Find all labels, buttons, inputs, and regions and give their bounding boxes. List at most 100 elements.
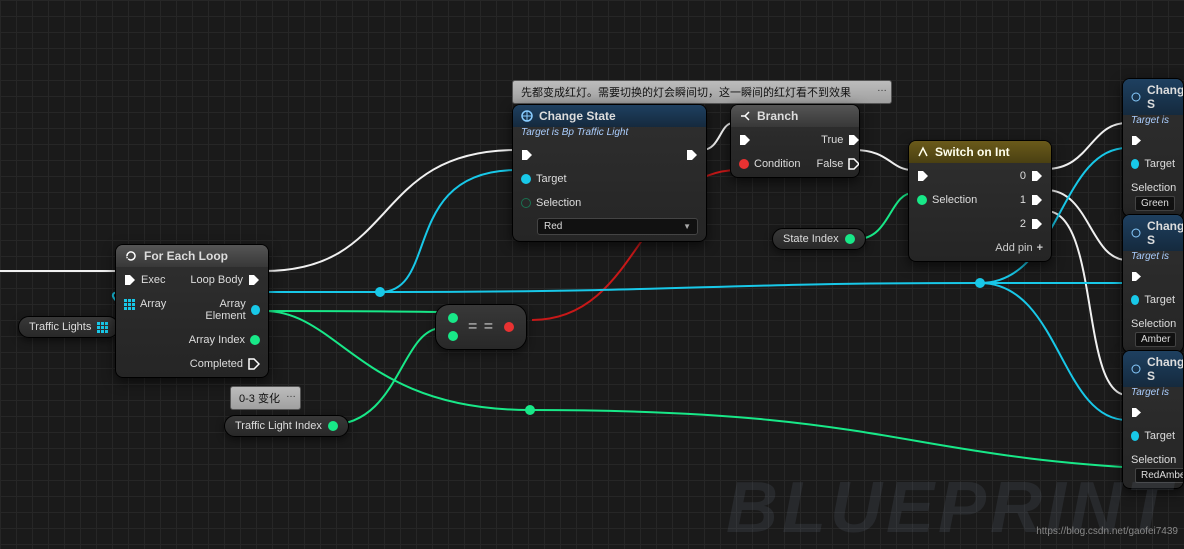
object-pin-icon: [521, 174, 531, 184]
comment-change-state[interactable]: 先都变成红灯。需要切换的灯会瞬间切，这一瞬间的红灯看不到效果: [512, 80, 892, 104]
variable-traffic-light-index[interactable]: Traffic Light Index: [224, 415, 349, 437]
pin-exec-in[interactable]: Exec: [116, 273, 174, 287]
object-pin-icon: [1131, 431, 1139, 441]
selection-value[interactable]: Amber: [1135, 332, 1176, 347]
pin-false[interactable]: False: [808, 157, 860, 171]
switch-icon: [917, 146, 929, 158]
pin-exec-in[interactable]: [1123, 270, 1183, 283]
node-subtitle: Target is: [1123, 115, 1183, 130]
node-change-state-green[interactable]: Change S Target is Target SelectionGreen: [1122, 78, 1184, 217]
comment-text: 0-3 变化: [239, 393, 280, 405]
node-title: Change S: [1147, 219, 1184, 247]
pin-exec-out[interactable]: [678, 148, 706, 162]
exec-icon: [521, 149, 533, 161]
object-pin-icon: [251, 305, 260, 315]
node-subtitle: Target is Bp Traffic Light: [513, 127, 706, 142]
pin-selection: SelectionAmber: [1123, 317, 1183, 348]
enum-pin-icon: [521, 198, 531, 208]
comment-text: 先都变成红灯。需要切换的灯会瞬间切，这一瞬间的红灯看不到效果: [521, 87, 851, 99]
pin-out-0[interactable]: 0: [987, 169, 1051, 183]
object-pin-icon: [1131, 295, 1139, 305]
exec-icon: [1031, 170, 1043, 182]
int-pin-icon[interactable]: [448, 313, 458, 323]
node-header: Change State: [513, 105, 706, 127]
pin-exec-in[interactable]: [1123, 406, 1183, 419]
exec-icon: [1131, 407, 1142, 418]
pin-exec-in[interactable]: [1123, 134, 1183, 147]
node-switch-int[interactable]: Switch on Int Selection 0 1 2 Add pin+: [908, 140, 1052, 262]
function-icon: [521, 110, 533, 122]
pin-selection[interactable]: Selection: [909, 193, 985, 207]
pin-condition[interactable]: Condition: [731, 157, 808, 171]
selection-value[interactable]: RedAmbe: [1135, 468, 1184, 483]
pin-target[interactable]: Target: [513, 172, 589, 186]
pin-selection: SelectionGreen: [1123, 181, 1183, 212]
exec-icon: [1131, 135, 1142, 146]
pin-completed[interactable]: Completed: [174, 357, 268, 371]
plus-icon: +: [1037, 242, 1043, 254]
equals-label: = =: [468, 318, 494, 336]
exec-icon: [248, 358, 260, 370]
pin-array-in[interactable]: Array: [116, 297, 174, 311]
source-credit: https://blog.csdn.net/gaofei7439: [1036, 526, 1178, 537]
node-header: Change S: [1123, 79, 1183, 115]
int-pin-icon[interactable]: [448, 331, 458, 341]
array-icon: [97, 322, 108, 333]
exec-icon: [248, 274, 260, 286]
pin-out-2[interactable]: 2: [987, 217, 1051, 231]
exec-icon: [1031, 218, 1043, 230]
variable-traffic-lights[interactable]: Traffic Lights: [18, 316, 119, 338]
pin-target[interactable]: Target: [1123, 429, 1183, 443]
node-change-state-redamber[interactable]: Change S Target is Target SelectionRedAm…: [1122, 350, 1184, 489]
node-equal-int[interactable]: = =: [435, 304, 527, 350]
node-title: For Each Loop: [144, 249, 228, 263]
int-pin-icon: [845, 234, 855, 244]
node-change-state-amber[interactable]: Change S Target is Target SelectionAmber: [1122, 214, 1184, 353]
node-title: Branch: [757, 109, 798, 123]
pin-out-1[interactable]: 1: [987, 193, 1051, 207]
function-icon: [1131, 228, 1141, 238]
node-header: For Each Loop: [116, 245, 268, 267]
variable-label: Traffic Lights: [29, 321, 91, 333]
node-subtitle: Target is: [1123, 251, 1183, 266]
node-subtitle: Target is: [1123, 387, 1183, 402]
dropdown-value: Red: [544, 221, 562, 232]
comment-index-range[interactable]: 0-3 变化: [230, 386, 301, 410]
bool-pin-icon: [739, 159, 749, 169]
exec-icon: [848, 158, 860, 170]
object-pin-icon: [1131, 159, 1139, 169]
node-header: Change S: [1123, 351, 1183, 387]
loop-icon: [124, 249, 138, 263]
exec-icon: [686, 149, 698, 161]
pin-loop-body[interactable]: Loop Body: [174, 273, 268, 287]
node-title: Change S: [1147, 355, 1184, 383]
node-change-state[interactable]: Change State Target is Bp Traffic Light …: [512, 104, 707, 242]
exec-icon: [739, 134, 751, 146]
exec-icon: [917, 170, 929, 182]
selection-value[interactable]: Green: [1135, 196, 1175, 211]
node-branch[interactable]: Branch Condition True False: [730, 104, 860, 178]
pin-selection: SelectionRedAmbe: [1123, 453, 1183, 484]
selection-dropdown[interactable]: Red ▼: [537, 218, 698, 235]
node-header: Switch on Int: [909, 141, 1051, 163]
exec-icon: [1131, 271, 1142, 282]
pin-exec-in[interactable]: [513, 148, 589, 162]
pin-exec-in[interactable]: [909, 169, 985, 183]
pin-selection-label: Selection: [513, 196, 589, 210]
node-title: Switch on Int: [935, 145, 1010, 159]
pin-array-index[interactable]: Array Index: [174, 333, 268, 347]
node-title: Change S: [1147, 83, 1184, 111]
branch-icon: [739, 110, 751, 122]
pin-target[interactable]: Target: [1123, 293, 1183, 307]
pin-array-element[interactable]: Array Element: [174, 297, 268, 323]
int-pin-icon: [250, 335, 260, 345]
bool-pin-icon[interactable]: [504, 322, 514, 332]
pin-exec-in[interactable]: [731, 133, 808, 147]
pin-true[interactable]: True: [808, 133, 860, 147]
variable-state-index[interactable]: State Index: [772, 228, 866, 250]
pin-target[interactable]: Target: [1123, 157, 1183, 171]
variable-label: State Index: [783, 233, 839, 245]
add-pin-button[interactable]: Add pin+: [987, 241, 1051, 255]
exec-icon: [124, 274, 136, 286]
node-for-each-loop[interactable]: For Each Loop Exec Array Loop Body Array…: [115, 244, 269, 378]
